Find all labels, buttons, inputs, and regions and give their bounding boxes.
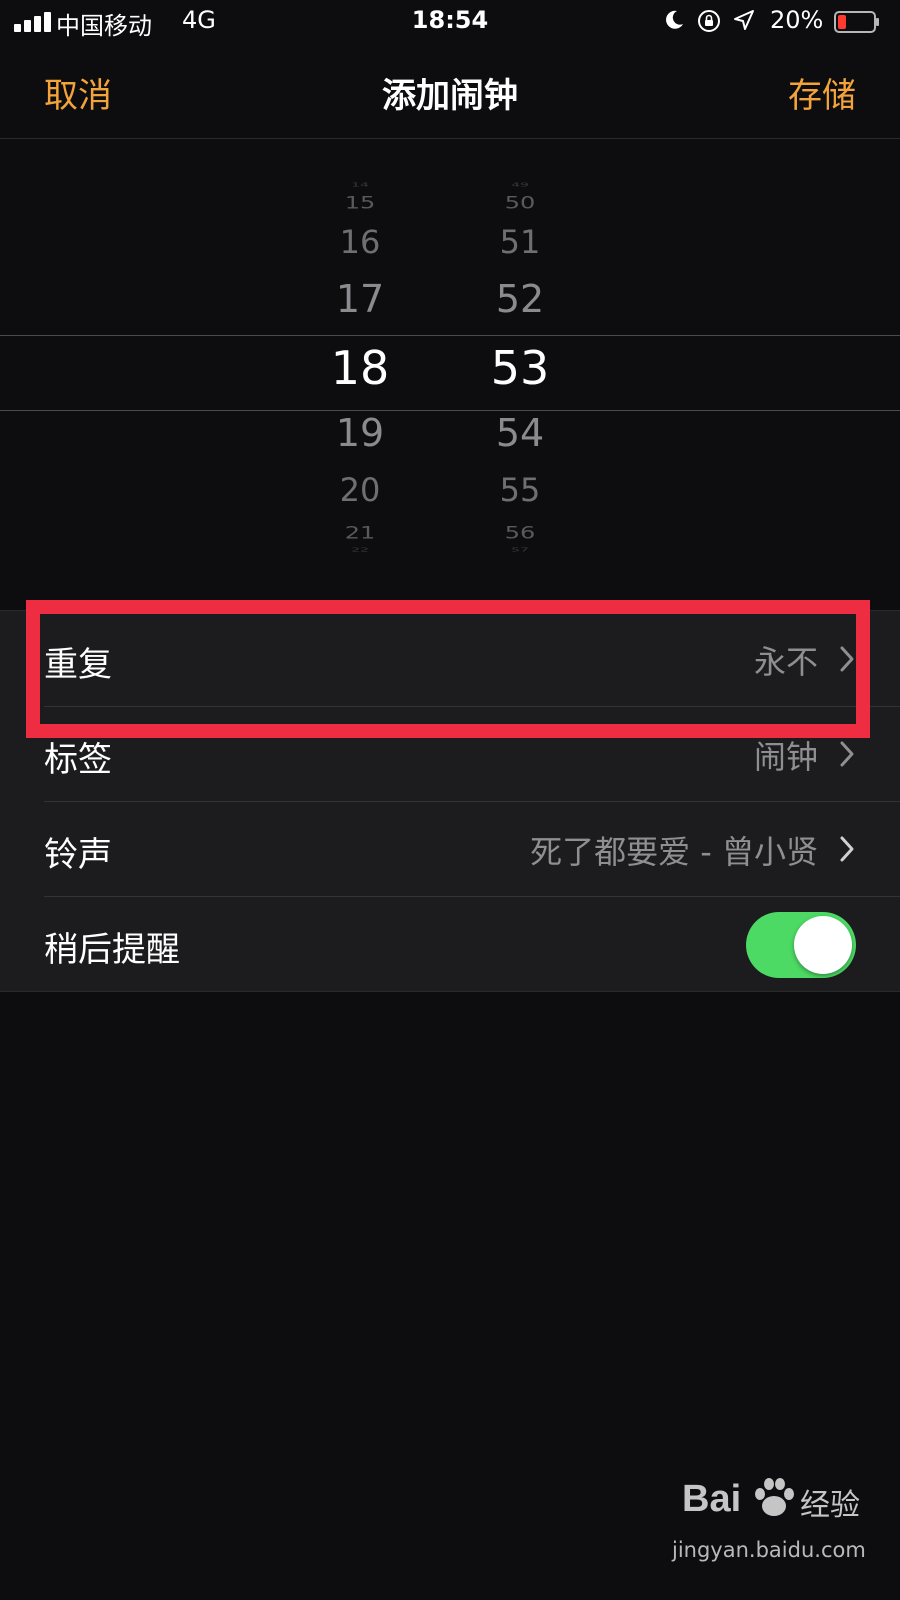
snooze-toggle[interactable]	[746, 912, 856, 978]
toggle-knob	[794, 916, 852, 974]
location-icon	[734, 10, 754, 30]
chevron-right-icon	[840, 741, 854, 767]
rotation-lock-icon	[698, 10, 720, 32]
minute-option[interactable]: 51	[465, 223, 575, 261]
moon-icon	[666, 10, 683, 29]
nav-bar: 取消 添加闹钟 存储	[0, 46, 900, 139]
time-picker[interactable]: 14 15 16 17 18 19 20 21 22 49 50 51 52 5…	[0, 139, 900, 609]
snooze-label: 稍后提醒	[44, 930, 180, 970]
minute-option[interactable]: 55	[465, 471, 575, 509]
paw-icon	[755, 1478, 794, 1516]
sound-value: 死了都要爱 - 曾小贤	[530, 833, 818, 871]
sound-row[interactable]: 铃声 死了都要爱 - 曾小贤	[0, 801, 900, 896]
page-title: 添加闹钟	[382, 76, 518, 116]
hour-option[interactable]: 14	[305, 182, 415, 188]
battery-percent: 20%	[770, 6, 824, 34]
status-time: 18:54	[411, 6, 489, 34]
minute-option[interactable]: 56	[465, 523, 575, 543]
hour-option[interactable]: 17	[305, 277, 415, 321]
label-label: 标签	[44, 740, 112, 780]
status-bar: 中国移动 4G 18:54 20%	[0, 0, 900, 46]
minute-option-selected[interactable]: 53	[465, 341, 575, 395]
hour-option-selected[interactable]: 18	[305, 341, 415, 395]
label-value: 闹钟	[753, 738, 818, 776]
battery-low-icon	[834, 11, 879, 33]
hour-option[interactable]: 20	[305, 471, 415, 509]
minute-option[interactable]: 57	[465, 547, 575, 553]
hour-option[interactable]: 19	[305, 411, 415, 455]
watermark-brand: Bai	[682, 1478, 742, 1520]
minute-option[interactable]: 54	[465, 411, 575, 455]
sound-label: 铃声	[44, 835, 112, 875]
hour-option[interactable]: 16	[305, 223, 415, 261]
hour-option[interactable]: 22	[305, 547, 415, 553]
save-button[interactable]: 存储	[788, 68, 856, 117]
chevron-right-icon	[840, 836, 854, 862]
hour-option[interactable]: 15	[305, 193, 415, 213]
minute-option[interactable]: 50	[465, 193, 575, 213]
watermark-url: jingyan.baidu.com	[672, 1538, 866, 1562]
watermark: Bai 经验 jingyan.baidu.com	[672, 1470, 872, 1580]
snooze-row: 稍后提醒	[0, 896, 900, 991]
highlight-box	[26, 600, 870, 738]
minute-option[interactable]: 49	[465, 182, 575, 188]
picker-selection-band	[0, 335, 900, 411]
minute-option[interactable]: 52	[465, 277, 575, 321]
watermark-suffix: 经验	[800, 1488, 860, 1523]
hour-option[interactable]: 21	[305, 523, 415, 543]
